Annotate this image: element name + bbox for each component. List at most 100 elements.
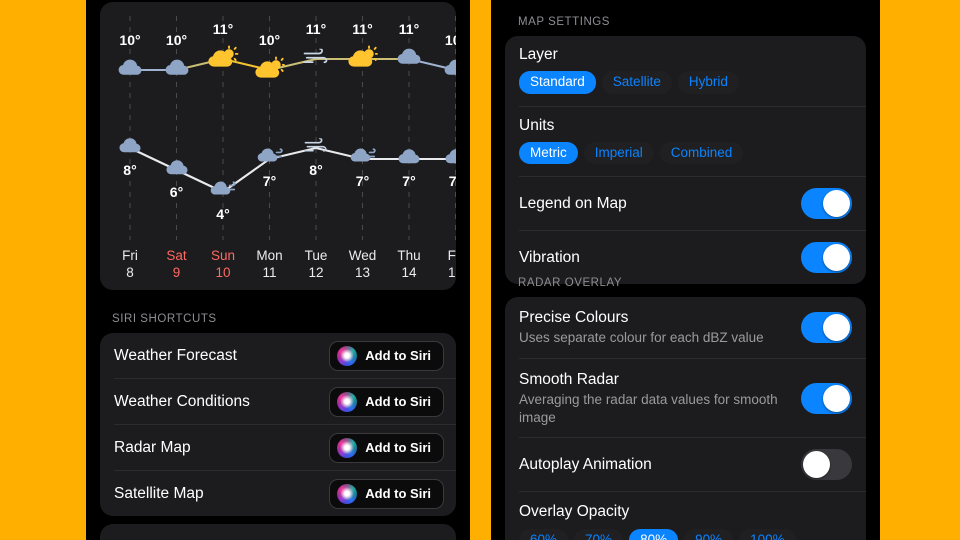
siri-shortcuts-card: Weather Forecast Add to Siri Weather Condi…: [100, 333, 456, 516]
setting-title: Smooth Radar: [519, 370, 619, 388]
cloud-icon: [443, 58, 456, 82]
toggle-knob: [823, 190, 850, 218]
high-temp-label: 10°: [165, 32, 188, 48]
setting-text: Smooth Radar Averaging the radar data val…: [519, 370, 791, 426]
next-settings-card[interactable]: [100, 524, 456, 540]
toggle-switch[interactable]: [801, 242, 852, 274]
siri-shortcut-row[interactable]: Satellite Map Add to Siri: [100, 471, 456, 516]
units-setting: Units Metric Imperial Combined: [505, 107, 866, 177]
cloud-icon: [118, 137, 142, 159]
screenshot-stage: 10° 10° 11° 10° 11° 11° 11° 10° 8° 6° 4° 7° 8° 7° 7° 7°…: [0, 0, 960, 540]
cloud-icon: [397, 148, 421, 170]
layer-segmented-control[interactable]: Standard Satellite Hybrid: [519, 71, 852, 94]
setting-text: Autoplay Animation: [519, 455, 791, 474]
setting-toggle-row[interactable]: Legend on Map: [505, 177, 866, 230]
map-toggle-list: Legend on Map Vibration: [505, 177, 866, 284]
units-option[interactable]: Combined: [659, 141, 744, 165]
cloud-wind-icon: [349, 147, 376, 171]
setting-title: Legend on Map: [519, 194, 627, 212]
siri-orb-icon: [337, 483, 358, 504]
add-to-siri-button[interactable]: Add to Siri: [329, 432, 444, 463]
siri-shortcut-label: Weather Conditions: [114, 392, 250, 410]
siri-shortcut-row[interactable]: Weather Conditions Add to Siri: [100, 379, 456, 424]
add-to-siri-label: Add to Siri: [365, 486, 431, 501]
add-to-siri-button[interactable]: Add to Siri: [329, 340, 444, 371]
low-temp-label: 8°: [123, 162, 137, 178]
siri-shortcut-label: Satellite Map: [114, 484, 204, 502]
wind-icon: [303, 137, 328, 157]
setting-title: Precise Colours: [519, 309, 629, 326]
map-settings-header: MAP SETTINGS: [518, 16, 611, 28]
setting-subtitle: Averaging the radar data values for smoo…: [519, 392, 778, 425]
low-temp-label: 7°: [262, 173, 277, 189]
siri-shortcuts-header: SIRI SHORTCUTS: [112, 313, 217, 325]
units-segmented-control[interactable]: Metric Imperial Combined: [519, 141, 852, 165]
left-phone-screen: 10° 10° 11° 10° 11° 11° 11° 10° 8° 6° 4° 7° 8° 7° 7° 7°…: [86, 0, 470, 540]
left-phone-frame: 10° 10° 11° 10° 11° 11° 11° 10° 8° 6° 4° 7° 8° 7° 7° 7°…: [86, 0, 470, 540]
day-column: Sat 9: [166, 248, 186, 282]
cloud-icon: [164, 58, 190, 82]
units-label: Units: [519, 116, 555, 134]
overlay-opacity-option[interactable]: 80%: [629, 529, 679, 540]
toggle-switch[interactable]: [801, 311, 852, 343]
high-temp-label: 11°: [352, 21, 373, 37]
day-name: Sun: [210, 248, 236, 263]
setting-toggle-row[interactable]: Smooth Radar Averaging the radar data val…: [505, 359, 866, 437]
toggle-switch[interactable]: [801, 382, 852, 414]
units-option[interactable]: Imperial: [583, 141, 654, 165]
setting-title: Vibration: [519, 248, 580, 266]
day-axis: Fri8Sat9Sun10Mon11Tue12Wed13Thu14Fri15: [100, 248, 456, 288]
day-column: Wed 13: [349, 248, 377, 282]
setting-title: Autoplay Animation: [519, 456, 652, 474]
units-option[interactable]: Metric: [519, 141, 578, 165]
wind-icon: [302, 47, 329, 70]
add-to-siri-label: Add to Siri: [365, 394, 431, 409]
high-temp-label: 10°: [444, 32, 456, 48]
day-column: Mon 11: [256, 248, 282, 282]
toggle-switch[interactable]: [801, 188, 852, 220]
day-column: Thu 14: [397, 248, 420, 282]
cloud-wind-icon: [209, 180, 236, 204]
overlay-opacity-segmented-control[interactable]: 60% 70% 80% 90% 100%: [519, 529, 852, 540]
setting-toggle-row[interactable]: Precise Colours Uses separate colour for …: [505, 297, 866, 358]
map-settings-card: Layer Standard Satellite Hybrid Units Metr…: [505, 36, 866, 285]
day-number: 8: [126, 264, 134, 280]
add-to-siri-label: Add to Siri: [365, 348, 431, 363]
layer-option[interactable]: Standard: [519, 71, 596, 94]
low-temp-label: 8°: [309, 162, 323, 178]
right-phone-screen: MAP SETTINGS Layer Standard Satellite Hybr…: [491, 0, 880, 540]
layer-option[interactable]: Satellite: [601, 71, 672, 94]
overlay-opacity-option[interactable]: 90%: [684, 529, 734, 540]
toggle-switch[interactable]: [801, 449, 852, 481]
day-name: Sat: [166, 248, 187, 263]
day-number: 11: [262, 264, 277, 280]
toggle-knob: [823, 384, 850, 412]
radar-overlay-header: RADAR OVERLAY: [518, 277, 623, 289]
siri-shortcut-row[interactable]: Weather Forecast Add to Siri: [100, 333, 456, 378]
siri-shortcut-row[interactable]: Radar Map Add to Siri: [100, 425, 456, 470]
layer-option[interactable]: Hybrid: [677, 71, 739, 94]
high-temp-label: 10°: [258, 32, 281, 48]
forecast-chart-card[interactable]: 10° 10° 11° 10° 11° 11° 11° 10° 8° 6° 4° 7° 8° 7° 7° 7°…: [100, 2, 456, 290]
overlay-opacity-option[interactable]: 70%: [574, 529, 624, 540]
day-number: 13: [354, 264, 371, 280]
high-temp-label: 11°: [398, 21, 420, 37]
day-name: Tue: [304, 248, 328, 263]
siri-orb-icon: [337, 391, 358, 412]
add-to-siri-button[interactable]: Add to Siri: [329, 386, 444, 417]
overlay-opacity-option[interactable]: 100%: [739, 529, 796, 540]
siri-orb-icon: [337, 345, 358, 366]
add-to-siri-button[interactable]: Add to Siri: [329, 478, 444, 509]
overlay-opacity-option[interactable]: 60%: [519, 529, 569, 540]
siri-shortcut-label: Weather Forecast: [114, 346, 237, 364]
day-number: 9: [172, 264, 181, 280]
day-column: Sun 10: [211, 248, 235, 282]
setting-toggle-row[interactable]: Autoplay Animation: [505, 438, 866, 491]
right-phone-frame: MAP SETTINGS Layer Standard Satellite Hybr…: [491, 0, 880, 540]
cloud-icon: [165, 159, 189, 181]
temperature-chart: 10° 10° 11° 10° 11° 11° 11° 10° 8° 6° 4° 7° 8° 7° 7° 7°: [100, 2, 456, 290]
setting-text: Legend on Map: [519, 194, 791, 213]
low-temp-label: 7°: [402, 173, 416, 189]
day-column: Fri15: [448, 248, 456, 282]
setting-text: Vibration: [519, 248, 791, 267]
